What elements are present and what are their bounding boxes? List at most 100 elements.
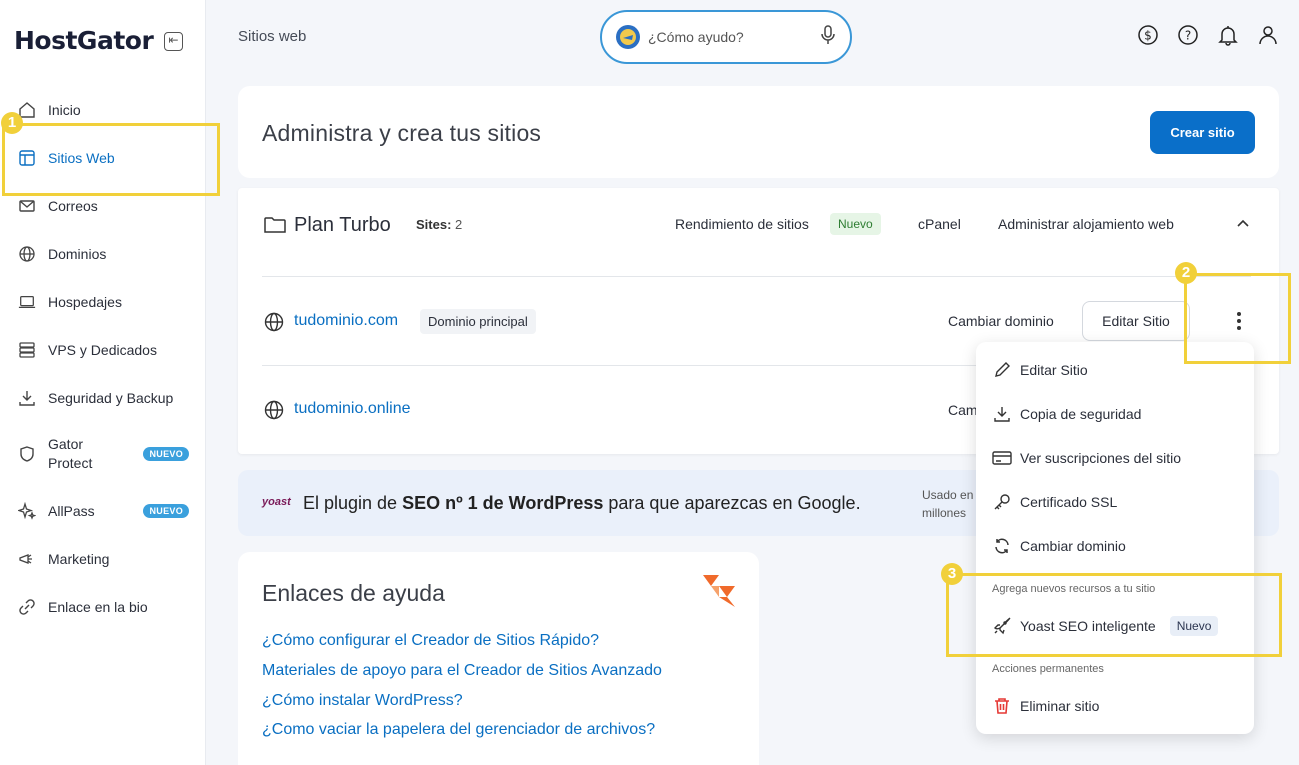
promo-text-bold: SEO nº 1 de WordPress (402, 493, 604, 513)
search-bar[interactable]: ¿Cómo ayudo? (600, 10, 852, 64)
step-marker: 2 (1175, 262, 1197, 284)
help-link[interactable]: ¿Cómo configurar el Creador de Sitios Rá… (262, 632, 599, 650)
promo-text-post: para que aparezcas en Google. (603, 493, 861, 513)
globe-icon (264, 400, 284, 425)
menu-item-label: Cambiar dominio (1020, 538, 1126, 554)
menu-item-delete-site[interactable]: Eliminar sitio (976, 686, 1254, 726)
section-heading: Administra y crea tus sitios (262, 120, 542, 146)
sidebar-item-enlace-bio[interactable]: Enlace en la bio (0, 585, 206, 629)
divider (262, 276, 1251, 277)
hostgator-logo[interactable]: HostGator (14, 26, 154, 55)
gator-label: Gator (48, 436, 84, 452)
menu-item-label: Eliminar sitio (1020, 698, 1100, 714)
sidebar-item-gator-protect[interactable]: Gator Protect NUEVO (0, 432, 206, 476)
menu-item-subscriptions[interactable]: Ver suscripciones del sitio (976, 438, 1254, 478)
site-options-menu: Editar Sitio Copia de seguridad Ver susc… (976, 342, 1254, 734)
menu-item-change-domain[interactable]: Cambiar dominio (976, 526, 1254, 566)
new-badge: NUEVO (143, 447, 189, 461)
cpanel-link[interactable]: cPanel (918, 216, 961, 232)
primary-domain-badge: Dominio principal (420, 309, 536, 334)
help-icon[interactable]: ? (1177, 24, 1199, 46)
menu-item-ssl[interactable]: Certificado SSL (976, 482, 1254, 522)
svg-text:?: ? (1185, 29, 1191, 43)
sidebar-item-hospedajes[interactable]: Hospedajes (0, 280, 206, 324)
sidebar-item-allpass[interactable]: AllPass NUEVO (0, 489, 206, 533)
laptop-icon (18, 293, 36, 311)
change-domain-link[interactable]: Cambiar dominio (948, 313, 1054, 329)
manage-hosting-link[interactable]: Administrar alojamiento web (998, 216, 1174, 232)
help-links-card: Enlaces de ayuda ¿Cómo configurar el Cre… (238, 552, 759, 765)
folder-icon (264, 216, 286, 239)
sidebar-item-label: Seguridad y Backup (48, 390, 174, 406)
bell-icon[interactable] (1217, 24, 1239, 46)
help-link[interactable]: Materiales de apoyo para el Creador de S… (262, 662, 662, 680)
site-domain-link[interactable]: tudominio.online (294, 400, 411, 418)
sidebar-item-label: Marketing (48, 551, 110, 567)
sidebar-item-marketing[interactable]: Marketing (0, 537, 206, 581)
globe-icon (264, 312, 284, 337)
sidebar-item-label: Inicio (48, 102, 81, 118)
sidebar-item-label: VPS y Dedicados (48, 342, 157, 358)
sidebar-item-label: Gator Protect (48, 435, 92, 473)
site-domain-link[interactable]: tudominio.com (294, 312, 398, 330)
menu-item-label: Copia de seguridad (1020, 406, 1142, 422)
link-icon (18, 598, 36, 616)
help-link[interactable]: ¿Como vaciar la papelera del gerenciador… (262, 721, 655, 739)
sidebar-item-label: Enlace en la bio (48, 599, 148, 615)
highlight-box (2, 123, 220, 196)
yoast-logo: yoast (262, 496, 291, 508)
promo-text-pre: El plugin de (303, 493, 403, 513)
header-icons: $ ? (1137, 24, 1279, 46)
pencil-icon (992, 360, 1012, 380)
menu-item-label: Certificado SSL (1020, 494, 1118, 510)
sidebar-item-dominios[interactable]: Dominios (0, 232, 206, 276)
sidebar-item-label: Dominios (48, 246, 107, 262)
sidebar: HostGator ⇤ Inicio Sitios Web Correos Do… (0, 0, 206, 765)
sidebar-item-label: AllPass (48, 503, 95, 519)
sites-header-card: Administra y crea tus sitios Crear sitio (238, 86, 1279, 178)
credit-card-icon (992, 448, 1012, 468)
svg-text:$: $ (1144, 29, 1152, 43)
globe-icon (18, 245, 36, 263)
sidebar-item-label: Hospedajes (48, 294, 122, 310)
step-marker: 3 (941, 563, 963, 585)
site-performance-link[interactable]: Rendimiento de sitios (675, 216, 809, 232)
download-icon (992, 404, 1012, 424)
highlight-box (1184, 273, 1291, 364)
user-icon[interactable] (1257, 24, 1279, 46)
plan-name: Plan Turbo (294, 214, 391, 236)
mail-icon (18, 197, 36, 215)
page-title: Sitios web (238, 28, 307, 45)
builder-logo-icon (702, 574, 736, 613)
server-icon (18, 341, 36, 359)
yoast-promo-text: El plugin de SEO nº 1 de WordPress para … (303, 493, 861, 514)
megaphone-icon (18, 550, 36, 568)
trash-icon (992, 696, 1012, 716)
key-icon (992, 492, 1012, 512)
search-input[interactable]: ¿Cómo ayudo? (648, 29, 820, 45)
collapse-sidebar-icon[interactable]: ⇤ (164, 32, 183, 51)
yoast-side-text: Usado en millones (922, 486, 973, 522)
edit-site-button[interactable]: Editar Sitio (1082, 301, 1190, 341)
sidebar-item-label: Correos (48, 198, 98, 214)
sites-count: Sites: 2 (416, 217, 462, 232)
sidebar-item-seguridad[interactable]: Seguridad y Backup (0, 376, 206, 420)
gator-assistant-icon (616, 25, 640, 49)
help-link[interactable]: ¿Cómo instalar WordPress? (262, 692, 463, 710)
chevron-up-icon[interactable] (1236, 216, 1250, 235)
sidebar-item-vps[interactable]: VPS y Dedicados (0, 328, 206, 372)
microphone-icon[interactable] (820, 24, 836, 50)
side-line: Usado en (922, 488, 974, 502)
menu-item-label: Editar Sitio (1020, 362, 1088, 378)
create-site-button[interactable]: Crear sitio (1150, 111, 1255, 154)
download-icon (18, 389, 36, 407)
dollar-icon[interactable]: $ (1137, 24, 1159, 46)
step-marker: 1 (1, 112, 23, 134)
sparkle-icon (18, 502, 36, 520)
menu-section-permanent: Acciones permanentes (992, 663, 1104, 675)
change-domain-link[interactable]: Cam (948, 402, 978, 418)
refresh-icon (992, 536, 1012, 556)
new-badge: NUEVO (143, 504, 189, 518)
menu-item-backup[interactable]: Copia de seguridad (976, 394, 1254, 434)
highlight-box (946, 573, 1282, 657)
